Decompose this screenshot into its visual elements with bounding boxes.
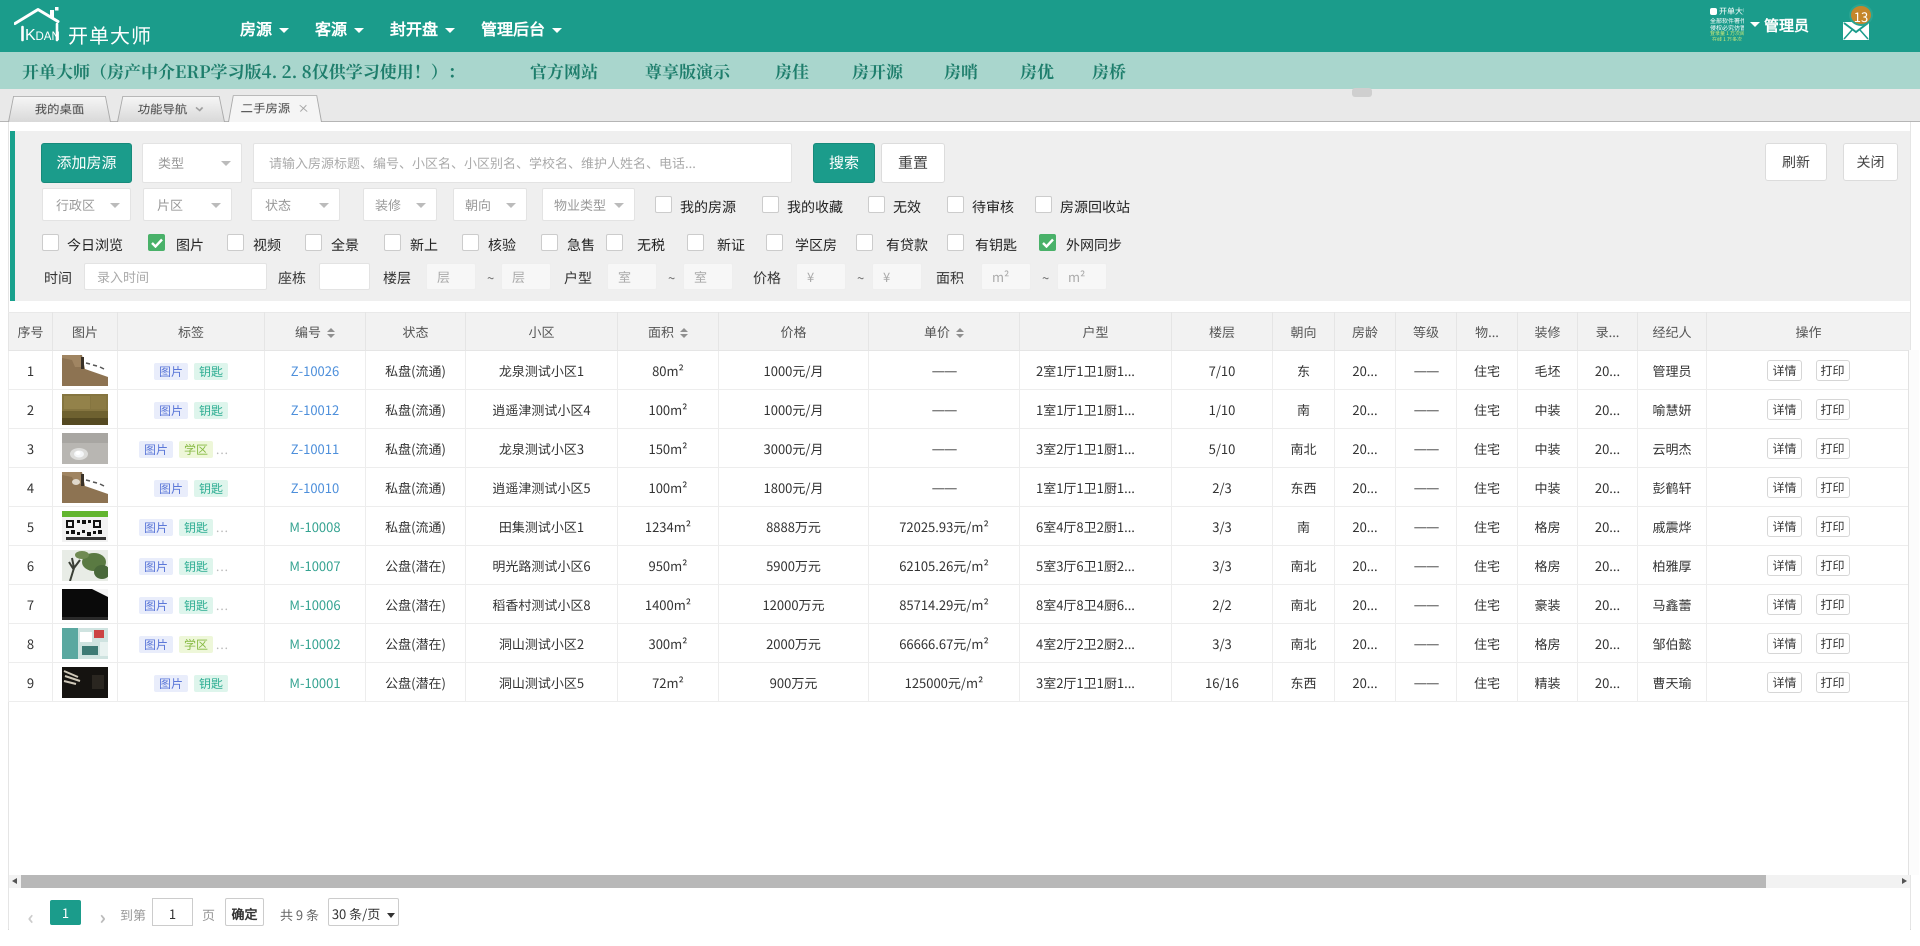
svg-text:DAN: DAN	[36, 31, 60, 42]
svg-text:K: K	[25, 27, 36, 42]
